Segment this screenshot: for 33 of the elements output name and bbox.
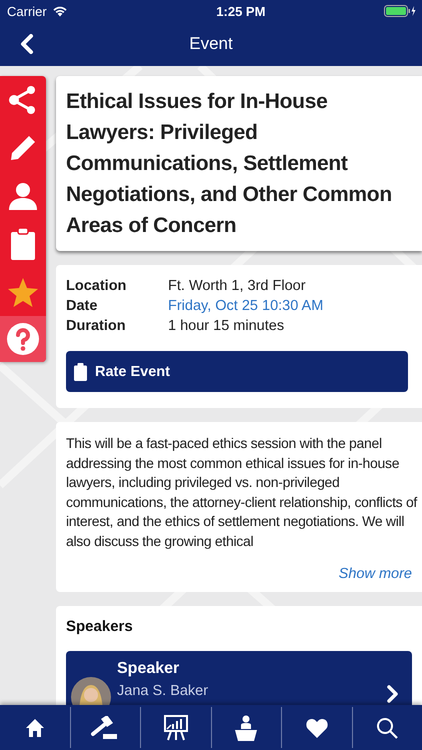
help-button[interactable] bbox=[0, 316, 46, 362]
description-text: This will be a fast-paced ethics session with the panel addressing the most common ethical issues for in-house lawyers, including privileged vs. non-privileged communications, the attorney-client relationship, conflicts of interest, and the ethics of settlement negotiations. We will also discuss the growing ethical bbox=[66, 434, 418, 551]
speaker-row[interactable]: Speaker Jana S. Baker bbox=[66, 651, 412, 705]
show-more-link[interactable]: Show more bbox=[338, 566, 412, 582]
detail-label: Date bbox=[66, 297, 98, 316]
star-icon bbox=[8, 278, 38, 306]
speakers-heading: Speakers bbox=[66, 618, 134, 635]
heart-icon bbox=[306, 718, 328, 738]
presentation-icon bbox=[164, 714, 188, 740]
clipboard-icon bbox=[74, 362, 87, 380]
detail-value: 1 hour 15 minutes bbox=[168, 317, 286, 336]
event-title: Ethical Issues for In-House Lawyers: Privileged Communications, Settlement Negotiations, and Other Common Areas of Concern bbox=[66, 89, 393, 239]
share-icon bbox=[8, 85, 38, 115]
date-link[interactable]: Friday, Oct 25 10:30 AM bbox=[168, 297, 408, 316]
search-icon bbox=[376, 716, 398, 738]
screen-title: Event bbox=[189, 34, 233, 54]
speaker-role: Speaker bbox=[117, 659, 180, 679]
clock-time: 1:25 PM bbox=[216, 4, 266, 18]
clipboard-icon bbox=[11, 228, 35, 260]
wifi-icon bbox=[52, 5, 68, 17]
person-icon bbox=[8, 182, 38, 210]
detail-label: Location bbox=[66, 277, 128, 296]
rate-event-button[interactable]: Rate Event bbox=[66, 351, 408, 392]
pencil-icon bbox=[9, 134, 37, 162]
detail-label: Duration bbox=[66, 317, 127, 336]
help-icon bbox=[7, 323, 39, 355]
carrier-label: Carrier bbox=[7, 4, 47, 18]
speaker-name: Jana S. Baker bbox=[117, 682, 210, 701]
podium-icon bbox=[235, 714, 258, 740]
chevron-icon bbox=[386, 685, 398, 703]
detail-value: Ft. Worth 1, 3rd Floor bbox=[168, 277, 307, 296]
gavel-icon bbox=[91, 716, 120, 740]
home-icon bbox=[24, 718, 45, 738]
